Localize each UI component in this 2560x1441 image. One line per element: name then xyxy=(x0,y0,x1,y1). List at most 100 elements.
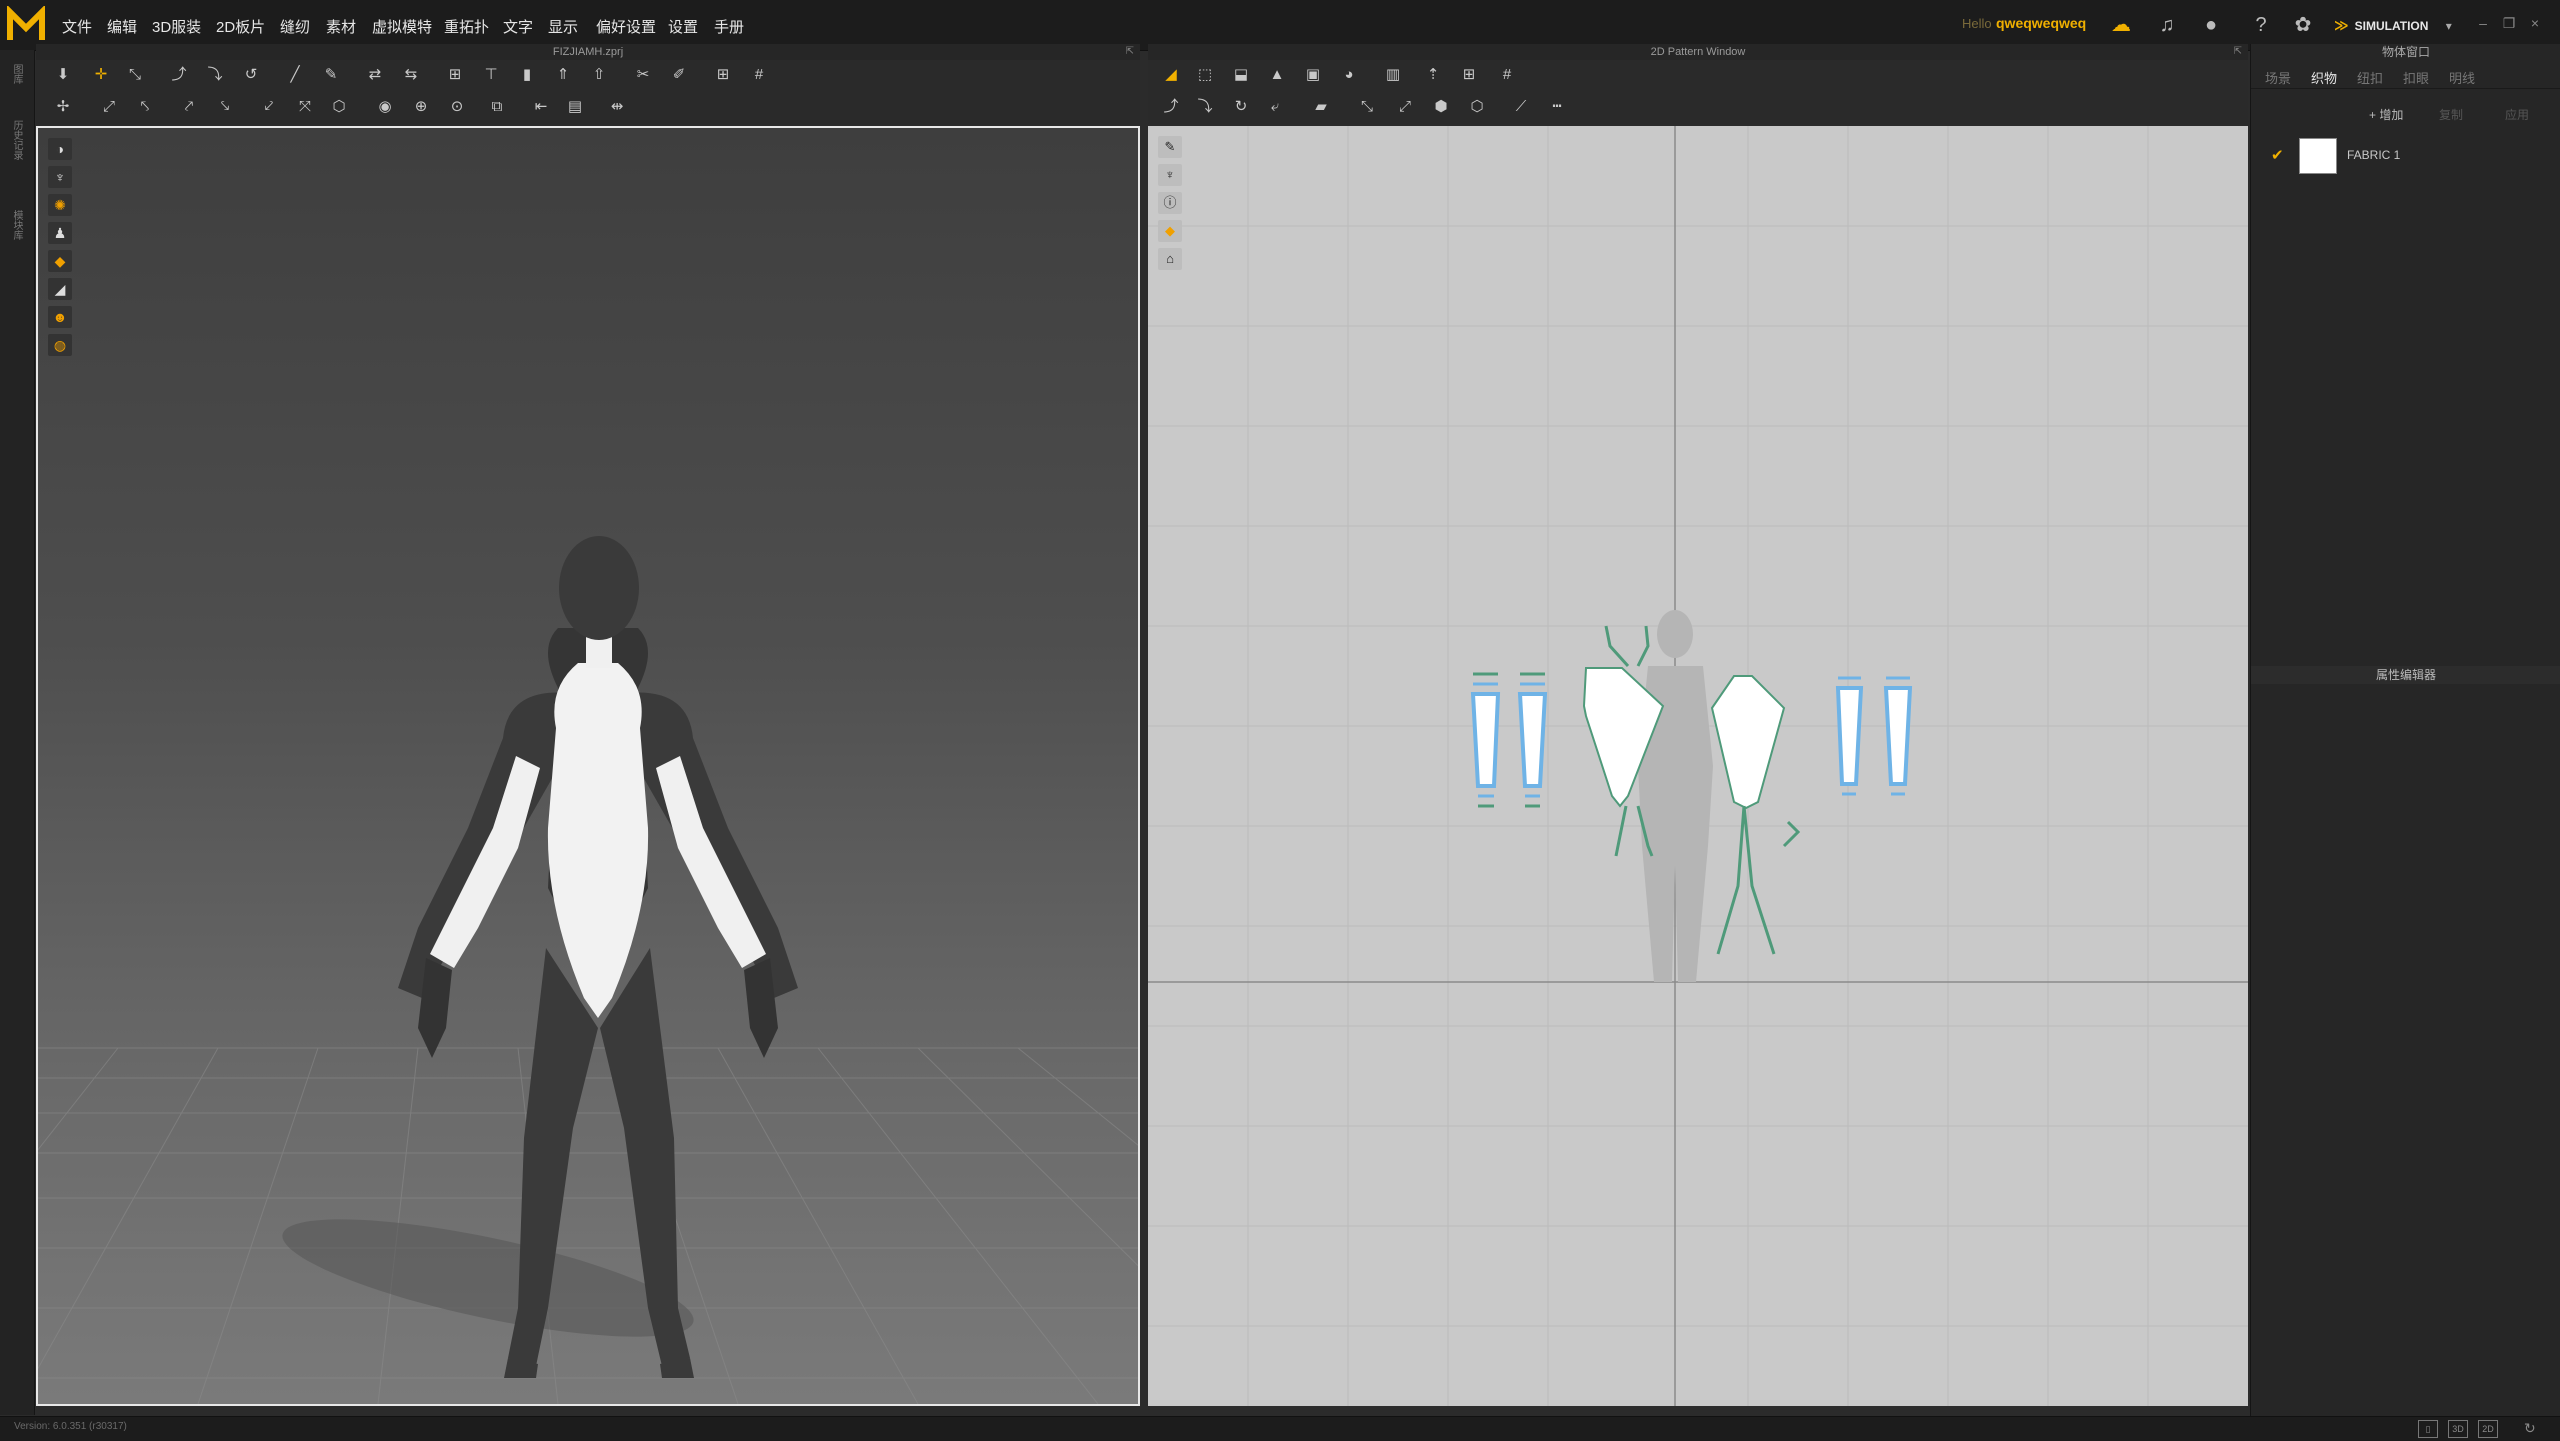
menu-sewing[interactable]: 缝纫 xyxy=(280,16,310,37)
tab-buttonhole[interactable]: 扣眼 xyxy=(2403,68,2429,87)
button-tool-icon[interactable]: ⤧ xyxy=(292,96,318,118)
point-icon[interactable]: ◉ xyxy=(372,96,398,118)
button-icon[interactable]: ⊕ xyxy=(408,96,434,118)
pin-icon[interactable]: ╱ xyxy=(282,64,308,86)
app-logo[interactable] xyxy=(6,6,46,44)
grid-pattern-icon[interactable]: # xyxy=(1494,64,1520,86)
menu-avatar[interactable]: 虚拟模特 xyxy=(372,16,432,37)
measure-icon[interactable]: ⇄ xyxy=(362,64,388,86)
fold-icon[interactable]: ⤴ xyxy=(166,64,192,86)
globe-icon[interactable]: ◍ xyxy=(48,334,72,356)
zipper-icon[interactable]: ⧉ xyxy=(484,96,510,118)
edit-curve-icon[interactable]: ⬓ xyxy=(1228,64,1254,86)
tack-icon[interactable]: ⇤ xyxy=(528,96,554,118)
pattern-info-icon[interactable]: ⓘ xyxy=(1158,192,1182,214)
grid-alt-icon[interactable]: # xyxy=(746,64,772,86)
elastic-icon[interactable]: ⬢ xyxy=(1428,96,1454,118)
menu-2d-pattern[interactable]: 2D板片 xyxy=(216,16,265,37)
fold-pattern-icon[interactable]: ⤴ xyxy=(1158,96,1184,118)
edit-pattern-icon[interactable]: ⬚ xyxy=(1192,64,1218,86)
fold-arrange-icon[interactable]: ⤵ xyxy=(202,64,228,86)
garment-display-icon[interactable]: ♆ xyxy=(48,166,72,188)
tab-topstitch[interactable]: 明线 xyxy=(2449,68,2475,87)
layout-3d-icon[interactable]: 3D xyxy=(2448,1420,2468,1438)
avatar-display-icon[interactable]: ♟ xyxy=(48,222,72,244)
seam-alt-icon[interactable]: ⤣ xyxy=(132,96,158,118)
speaker-icon[interactable]: ♫ xyxy=(2154,12,2180,38)
menu-edit[interactable]: 编辑 xyxy=(107,16,137,37)
popout-icon[interactable]: ⇱ xyxy=(2234,44,2242,60)
viewport-3d[interactable]: ◑ ♆ ✺ ♟ ◆ ◢ ☻ ◍ xyxy=(36,126,1140,1406)
pattern-sleeve-left[interactable] xyxy=(1470,672,1548,808)
pattern-garment-icon[interactable]: ♆ xyxy=(1158,164,1182,186)
tab-button[interactable]: 纽扣 xyxy=(2357,68,2383,87)
avatar-move-icon[interactable]: ✢ xyxy=(50,96,76,118)
apply-fabric-button[interactable]: 应用 xyxy=(2505,106,2529,123)
pin-pattern-icon[interactable]: ⇡ xyxy=(1420,64,1446,86)
line-icon[interactable]: ⟋ xyxy=(1508,96,1534,118)
view-icon[interactable]: ◑ xyxy=(48,138,72,160)
knit-icon[interactable]: ⬡ xyxy=(1464,96,1490,118)
grain-icon[interactable]: ⊞ xyxy=(1456,64,1482,86)
layout-2d-icon[interactable]: 2D xyxy=(2478,1420,2498,1438)
pattern-view-icon[interactable]: ✎ xyxy=(1158,136,1182,158)
seam-icon[interactable]: ⤢ xyxy=(96,96,122,118)
copy-fabric-button[interactable]: 复制 xyxy=(2439,106,2463,123)
user-icon[interactable]: ● xyxy=(2198,12,2224,38)
refresh-icon[interactable]: ↻ xyxy=(2524,1420,2536,1437)
menu-manual[interactable]: 手册 xyxy=(714,16,744,37)
tab-fabric[interactable]: 织物 xyxy=(2311,68,2337,87)
rectangle-icon[interactable]: ▣ xyxy=(1300,64,1326,86)
pattern-icon[interactable]: ⬡ xyxy=(326,96,352,118)
fabric-display-icon[interactable]: ◆ xyxy=(48,250,72,272)
garment-icon[interactable]: ▮ xyxy=(514,64,540,86)
pattern-fabric-icon[interactable]: ◆ xyxy=(1158,220,1182,242)
select-move-icon[interactable]: ⬇ xyxy=(50,64,76,86)
fold-pattern-alt-icon[interactable]: ⤵ xyxy=(1192,96,1218,118)
stitch-alt-icon[interactable]: ⤥ xyxy=(212,96,238,118)
menu-display[interactable]: 显示 xyxy=(548,16,578,37)
select-mesh-icon[interactable]: ⤡ xyxy=(122,64,148,86)
pattern-lock-icon[interactable]: ⌂ xyxy=(1158,248,1182,270)
transform-pattern-icon[interactable]: ◢ xyxy=(1158,64,1184,86)
fold-reset-icon[interactable]: ↺ xyxy=(238,64,264,86)
up-pin-icon[interactable]: ⇧ xyxy=(586,64,612,86)
popout-icon[interactable]: ⇱ xyxy=(1126,44,1134,60)
simulation-mode-button[interactable]: ≫ SIMULATION ▾ xyxy=(2334,13,2454,37)
texture-icon[interactable]: ✺ xyxy=(48,194,72,216)
shading-icon[interactable]: ◢ xyxy=(48,278,72,300)
pattern-sleeve-right[interactable] xyxy=(1835,676,1913,796)
menu-retopology[interactable]: 重拓扑 xyxy=(444,16,489,37)
add-fabric-button[interactable]: + 增加 xyxy=(2369,106,2403,123)
close-icon[interactable]: × xyxy=(2526,14,2544,32)
topstitch-icon[interactable]: ⤦ xyxy=(256,96,282,118)
pattern-window-2d[interactable]: ✎ ♆ ⓘ ◆ ⌂ xyxy=(1148,126,2248,1406)
stitch-pattern-icon[interactable]: ⤢ xyxy=(1392,96,1418,118)
polygon-icon[interactable]: ▲ xyxy=(1264,64,1290,86)
arrange-icon[interactable]: ⊤ xyxy=(478,64,504,86)
ellipse-icon[interactable]: ◕ xyxy=(1336,64,1362,86)
menu-settings[interactable]: 设置 xyxy=(668,16,698,37)
restore-icon[interactable]: ❐ xyxy=(2500,14,2518,32)
menu-text[interactable]: 文字 xyxy=(503,16,533,37)
tape-icon[interactable]: ⇆ xyxy=(398,64,424,86)
tab-scene[interactable]: 场景 xyxy=(2265,68,2291,87)
grid-icon[interactable]: ⊞ xyxy=(710,64,736,86)
strip-tab-history[interactable]: 历史记录 xyxy=(8,120,24,160)
trace-icon[interactable]: ⤶ xyxy=(1262,96,1288,118)
menu-preferences[interactable]: 偏好设置 xyxy=(596,16,656,37)
align-icon[interactable]: ⇹ xyxy=(604,96,630,118)
up-arrow-icon[interactable]: ⇑ xyxy=(550,64,576,86)
transform-icon[interactable]: ✛ xyxy=(88,64,114,86)
layer-icon[interactable]: ▰ xyxy=(1308,96,1334,118)
seam-pattern-icon[interactable]: ⤡ xyxy=(1354,96,1380,118)
fabric-list-item[interactable]: ✔ FABRIC 1 xyxy=(2263,132,2553,176)
strip-tab-library[interactable]: 图库 xyxy=(8,64,24,84)
brush-icon[interactable]: ✎ xyxy=(318,64,344,86)
pleat-icon[interactable]: ▥ xyxy=(1380,64,1406,86)
pen-icon[interactable]: ✐ xyxy=(666,64,692,86)
skin-icon[interactable]: ☻ xyxy=(48,306,72,328)
layout-single-icon[interactable]: ▯ xyxy=(2418,1420,2438,1438)
help-icon[interactable]: ? xyxy=(2248,12,2274,38)
menu-3d-garment[interactable]: 3D服装 xyxy=(152,16,201,37)
